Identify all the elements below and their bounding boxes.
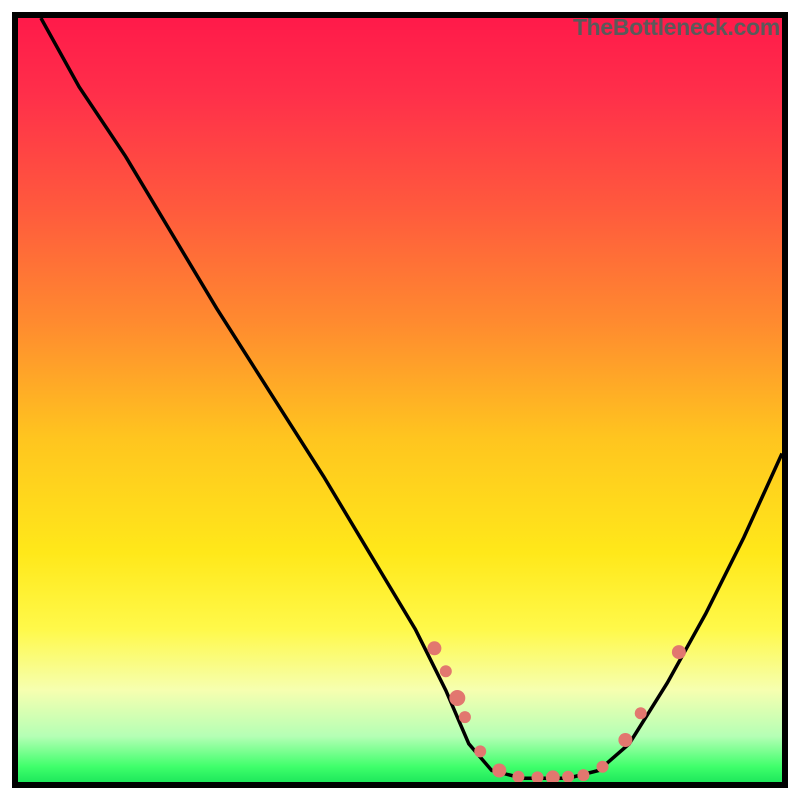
data-point [532,771,544,782]
chart-frame: TheBottleneck.com [0,0,800,800]
data-point [427,641,441,655]
data-point [440,665,452,677]
data-point [577,769,589,781]
data-point [474,745,486,757]
data-point [635,707,647,719]
data-point [672,645,686,659]
data-point [492,764,506,778]
data-point [546,770,560,782]
data-point [597,761,609,773]
data-point [449,690,465,706]
watermark-text: TheBottleneck.com [573,14,780,41]
bottleneck-curve [41,18,782,778]
data-point [562,771,574,782]
data-point-layer [427,641,686,782]
data-point [459,711,471,723]
data-point [512,771,524,782]
data-point [618,733,632,747]
plot-svg [18,18,782,782]
